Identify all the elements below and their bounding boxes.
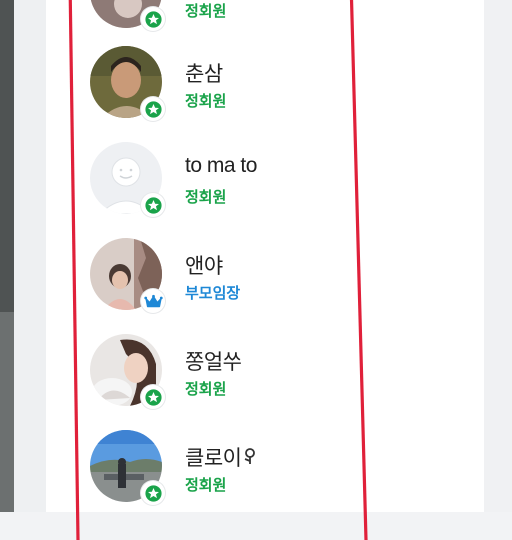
member-item[interactable]: to ma to 정회원 (90, 142, 350, 218)
member-badge (141, 193, 165, 217)
left-window-edge-lower (0, 312, 14, 512)
decorative-flower-icon (245, 448, 256, 464)
member-nickname-text: 클로이 (185, 447, 242, 470)
avatar-container (90, 46, 166, 122)
member-badge (141, 481, 165, 505)
member-role: 정회원 (185, 189, 227, 206)
member-role: 정회원 (185, 381, 227, 398)
avatar-container (90, 430, 166, 506)
avatar-container (90, 334, 166, 410)
member-role: 부모임장 (185, 285, 241, 302)
member-nickname: 쫑얼쑤 (185, 351, 242, 374)
member-badge (141, 385, 165, 409)
member-role: 정회원 (185, 477, 227, 494)
member-item[interactable]: 춘삼 정회원 (90, 46, 350, 122)
crown-icon (143, 294, 163, 307)
member-nickname: 앤야 (185, 255, 223, 278)
star-icon (144, 484, 162, 502)
member-badge (141, 289, 165, 313)
member-item[interactable]: 쫑얼쑤 정회원 (90, 334, 350, 410)
member-nickname: 춘삼 (185, 63, 223, 86)
star-icon (144, 388, 162, 406)
member-role: 정회원 (185, 93, 227, 110)
avatar-container (90, 0, 166, 32)
avatar-container (90, 142, 166, 218)
member-badge (141, 97, 165, 121)
star-icon (144, 100, 162, 118)
member-role: 정회원 (185, 3, 227, 20)
member-item[interactable]: 정회원 (90, 0, 350, 32)
member-item[interactable]: 앤야 부모임장 (90, 238, 350, 314)
star-icon (144, 10, 162, 28)
star-icon (144, 196, 162, 214)
member-item[interactable]: 클로이 정회원 (90, 430, 350, 506)
right-gutter (484, 0, 512, 512)
member-nickname: to ma to (185, 154, 257, 177)
member-badge (141, 7, 165, 31)
left-gutter (14, 0, 46, 512)
avatar-container (90, 238, 166, 314)
member-nickname: 클로이 (185, 442, 258, 472)
